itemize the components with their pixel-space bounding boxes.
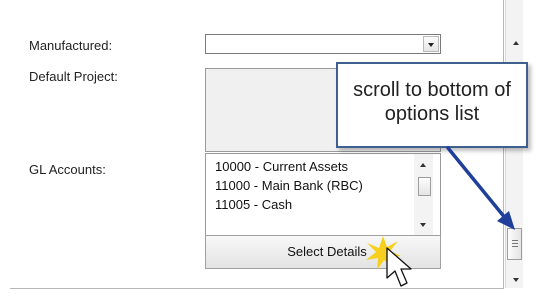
window: Manufactured: Default Project: GL Accoun…	[0, 0, 545, 298]
cursor-icon	[386, 247, 412, 287]
annotation-overlay	[366, 146, 515, 287]
arrow-icon	[446, 146, 515, 230]
